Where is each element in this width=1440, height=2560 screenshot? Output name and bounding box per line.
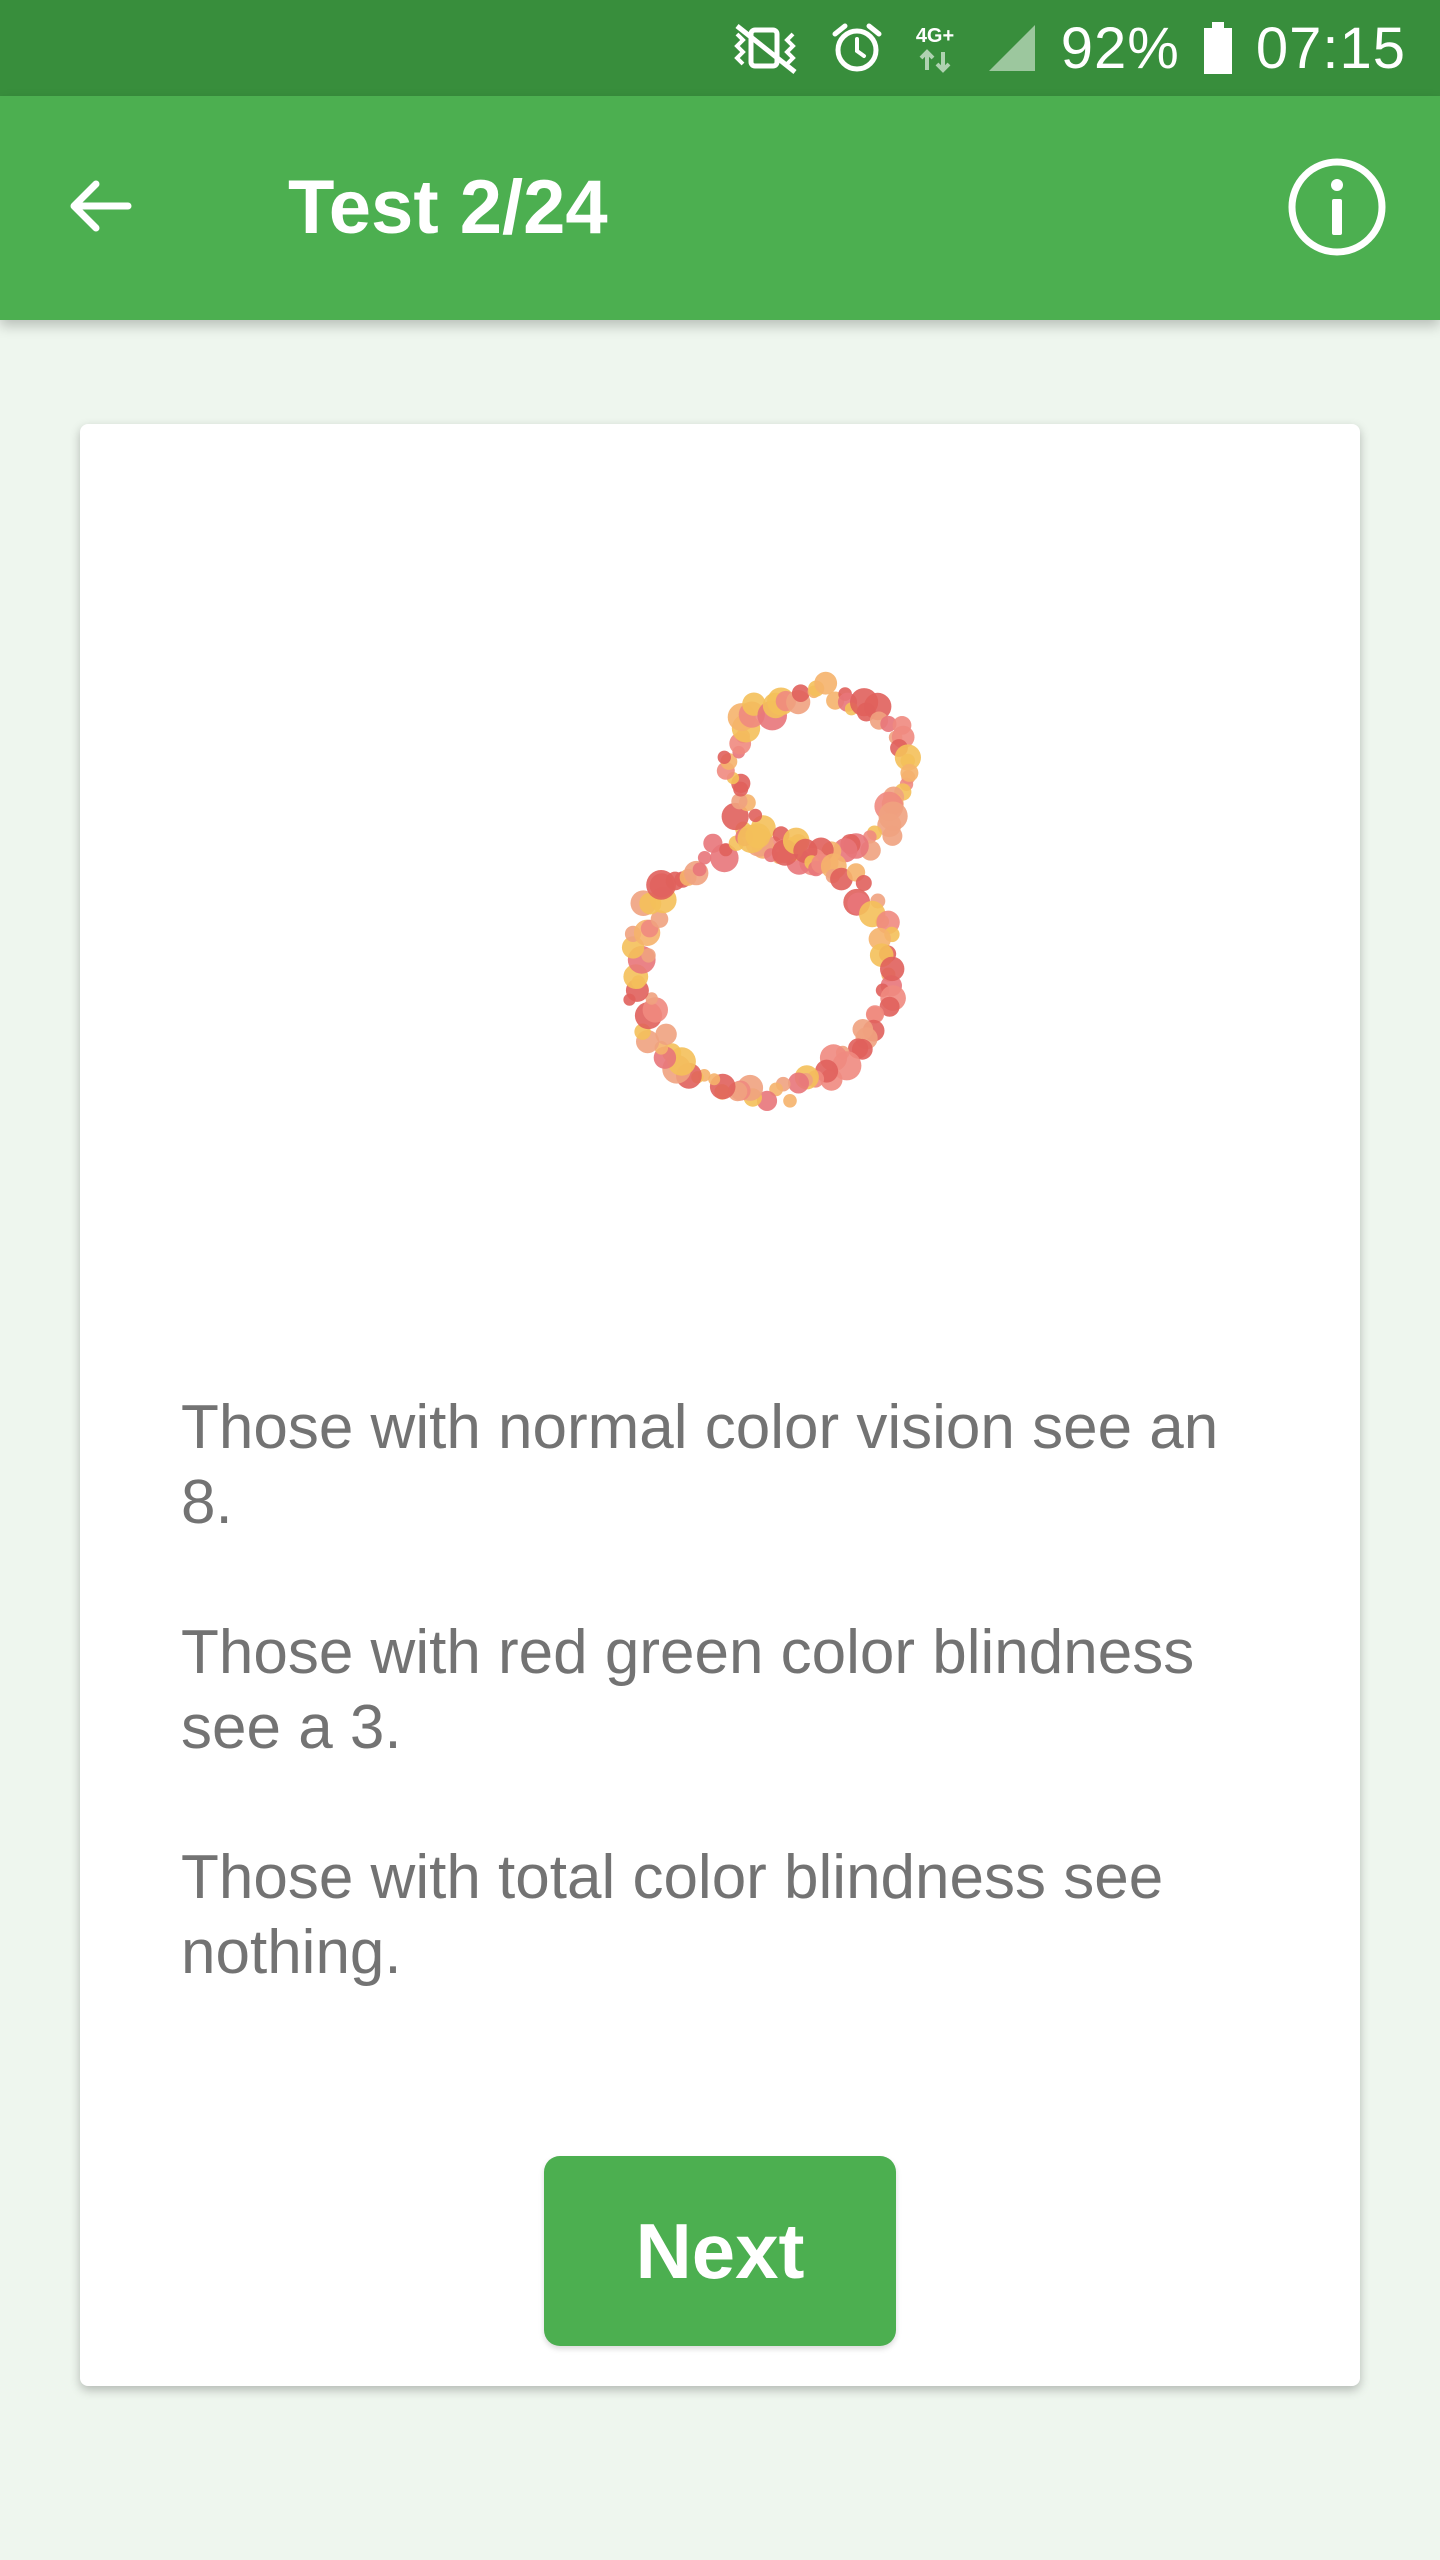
info-icon <box>1285 155 1389 264</box>
status-bar: 4G+ 92% 07:15 <box>0 0 1440 96</box>
plate-dot <box>692 862 707 877</box>
plate-dot <box>814 671 838 695</box>
color-plate-image <box>621 671 921 1111</box>
network-4g-icon: 4G+ <box>907 20 963 76</box>
info-button[interactable] <box>1274 146 1400 272</box>
plate-dot <box>900 763 919 782</box>
page-title: Test 2/24 <box>288 165 608 250</box>
app-bar: Test 2/24 <box>0 96 1440 320</box>
signal-icon <box>985 21 1039 75</box>
plate-dot <box>748 808 763 823</box>
plate-dot <box>788 1072 809 1094</box>
plate-dot <box>880 956 905 982</box>
plate-dot <box>882 825 903 846</box>
total-blindness-text: Those with total color blindness see not… <box>181 1843 1164 1987</box>
plate-dot <box>783 1094 797 1108</box>
normal-vision-text: Those with normal color vision see an 8. <box>181 1393 1219 1537</box>
battery-percent: 92% <box>1060 15 1180 81</box>
next-button[interactable]: Next <box>544 2156 896 2346</box>
svg-text:4G+: 4G+ <box>916 25 954 47</box>
plate-dot <box>855 875 872 891</box>
battery-icon <box>1202 20 1234 76</box>
plate-dot <box>717 750 731 764</box>
plate-dot <box>791 684 810 702</box>
plate-dot <box>745 823 771 849</box>
test-card: Those with normal color vision see an 8.… <box>80 424 1360 2386</box>
clock: 07:15 <box>1255 15 1406 81</box>
plate-dot <box>697 851 712 865</box>
red-green-text: Those with red green color blindness see… <box>181 1618 1195 1762</box>
arrow-left-icon <box>64 170 136 247</box>
test-description: Those with normal color vision see an 8.… <box>181 1390 1271 2065</box>
alarm-icon <box>829 20 885 76</box>
vibrate-icon <box>723 20 807 76</box>
back-button[interactable] <box>40 148 160 268</box>
